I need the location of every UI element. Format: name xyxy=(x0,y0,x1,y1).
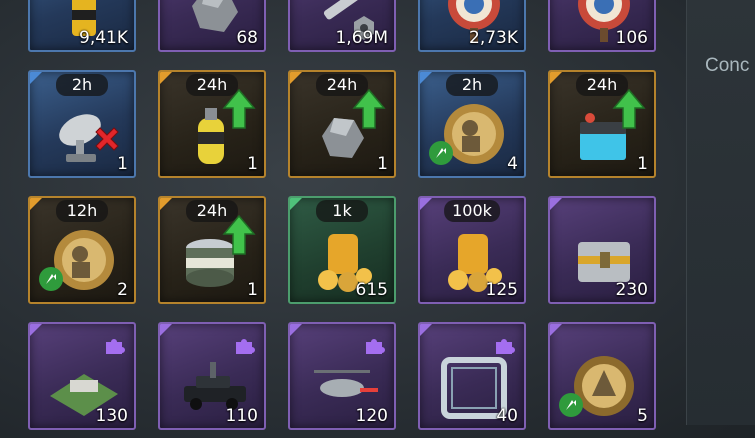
item-tile[interactable]: 68 xyxy=(158,0,266,52)
rarity-corner xyxy=(30,324,42,336)
side-panel: Conc xyxy=(686,0,755,425)
green-up-arrow-icon xyxy=(39,267,63,291)
item-tile[interactable]: 24h 1 xyxy=(158,196,266,304)
item-count: 130 xyxy=(95,406,128,426)
item-count: 4 xyxy=(507,154,518,174)
item-count: 230 xyxy=(615,280,648,300)
item-count: 40 xyxy=(496,406,518,426)
item-tile[interactable]: 24h 1 xyxy=(288,70,396,178)
item-count: 125 xyxy=(485,280,518,300)
rarity-corner xyxy=(550,72,562,84)
rarity-corner xyxy=(160,324,172,336)
rarity-corner xyxy=(30,72,42,84)
side-panel-label: Conc xyxy=(705,55,750,76)
item-count: 1,69M xyxy=(335,28,388,48)
green-up-arrow-icon xyxy=(429,141,453,165)
green-up-arrow-icon xyxy=(612,88,646,129)
rarity-corner xyxy=(160,198,172,210)
item-count: 615 xyxy=(355,280,388,300)
puzzle-piece-icon xyxy=(236,339,255,354)
item-tile[interactable]: 1,69M xyxy=(288,0,396,52)
item-tile[interactable]: 120 xyxy=(288,322,396,430)
rarity-corner xyxy=(420,198,432,210)
item-count: 1 xyxy=(637,154,648,174)
item-count: 68 xyxy=(236,28,258,48)
item-tile[interactable]: 9,41K xyxy=(28,0,136,52)
item-tile[interactable]: 2,73K xyxy=(418,0,526,52)
item-tile[interactable]: 5 xyxy=(548,322,656,430)
puzzle-piece-icon xyxy=(496,339,515,354)
item-count: 1 xyxy=(377,154,388,174)
rarity-corner xyxy=(290,324,302,336)
item-count: 9,41K xyxy=(79,28,128,48)
item-tile[interactable]: 230 xyxy=(548,196,656,304)
item-tile[interactable]: 24h 1 xyxy=(158,70,266,178)
rarity-corner xyxy=(160,72,172,84)
item-count: 1 xyxy=(247,280,258,300)
item-tile[interactable]: 2h 1 xyxy=(28,70,136,178)
item-tile[interactable]: 100k 125 xyxy=(418,196,526,304)
item-tile[interactable]: 110 xyxy=(158,322,266,430)
item-tile[interactable]: 24h 1 xyxy=(548,70,656,178)
item-tile[interactable]: 106 xyxy=(548,0,656,52)
green-up-arrow-icon xyxy=(222,88,256,129)
item-count: 1 xyxy=(247,154,258,174)
item-count: 2,73K xyxy=(469,28,518,48)
rarity-corner xyxy=(290,72,302,84)
puzzle-piece-icon xyxy=(366,339,385,354)
green-up-arrow-icon xyxy=(352,88,386,129)
green-up-arrow-icon xyxy=(222,214,256,255)
rarity-corner xyxy=(30,198,42,210)
item-count: 2 xyxy=(117,280,128,300)
item-tile[interactable]: 40 xyxy=(418,322,526,430)
rarity-corner xyxy=(420,72,432,84)
item-count: 1 xyxy=(117,154,128,174)
green-up-arrow-icon xyxy=(559,393,583,417)
item-tile[interactable]: 12h 2 xyxy=(28,196,136,304)
item-tile[interactable]: 1k 615 xyxy=(288,196,396,304)
rarity-corner xyxy=(290,198,302,210)
item-tile[interactable]: 2h 4 xyxy=(418,70,526,178)
rarity-corner xyxy=(550,324,562,336)
item-count: 106 xyxy=(615,28,648,48)
item-count: 5 xyxy=(637,406,648,426)
rarity-corner xyxy=(550,198,562,210)
puzzle-piece-icon xyxy=(106,339,125,354)
item-count: 120 xyxy=(355,406,388,426)
inventory-grid: 9,41K 68 1,69M 2,73K 106 2h 1 24h 1 24h … xyxy=(0,0,686,438)
item-count: 110 xyxy=(225,406,258,426)
item-tile[interactable]: 130 xyxy=(28,322,136,430)
rarity-corner xyxy=(420,324,432,336)
red-x-icon xyxy=(95,127,119,151)
